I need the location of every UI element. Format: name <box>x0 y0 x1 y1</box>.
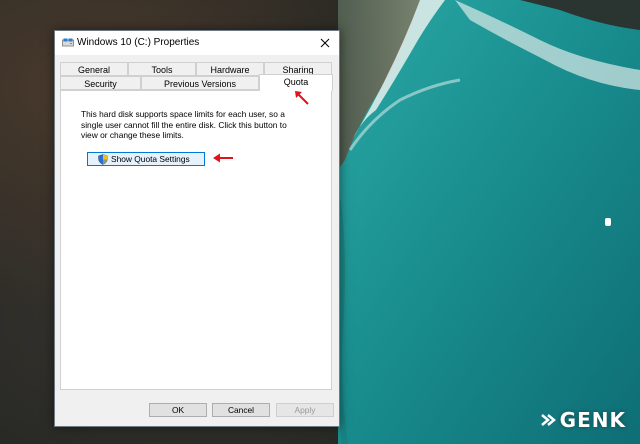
apply-button[interactable]: Apply <box>276 403 334 417</box>
tab-security[interactable]: Security <box>60 76 141 90</box>
watermark-text: GENK <box>559 408 626 432</box>
title-bar[interactable]: Windows 10 (C:) Properties <box>55 31 339 55</box>
tab-previous-versions[interactable]: Previous Versions <box>141 76 259 90</box>
show-quota-settings-label: Show Quota Settings <box>111 154 190 164</box>
close-icon <box>320 38 330 48</box>
cancel-button[interactable]: Cancel <box>212 403 270 417</box>
tab-general[interactable]: General <box>60 62 128 76</box>
arrow-annotation-icon <box>295 91 309 105</box>
drive-icon <box>62 38 74 47</box>
tab-tools[interactable]: Tools <box>128 62 196 76</box>
close-button[interactable] <box>311 31 339 55</box>
tab-hardware[interactable]: Hardware <box>196 62 264 76</box>
show-quota-settings-button[interactable]: Show Quota Settings <box>87 152 205 166</box>
window-title: Windows 10 (C:) Properties <box>77 37 200 48</box>
ok-button[interactable]: OK <box>149 403 207 417</box>
genk-watermark: GENK <box>540 408 626 432</box>
quota-description: This hard disk supports space limits for… <box>81 109 287 140</box>
uac-shield-icon <box>98 153 108 165</box>
genk-logo-icon <box>540 414 556 426</box>
arrow-annotation-icon <box>213 153 233 163</box>
